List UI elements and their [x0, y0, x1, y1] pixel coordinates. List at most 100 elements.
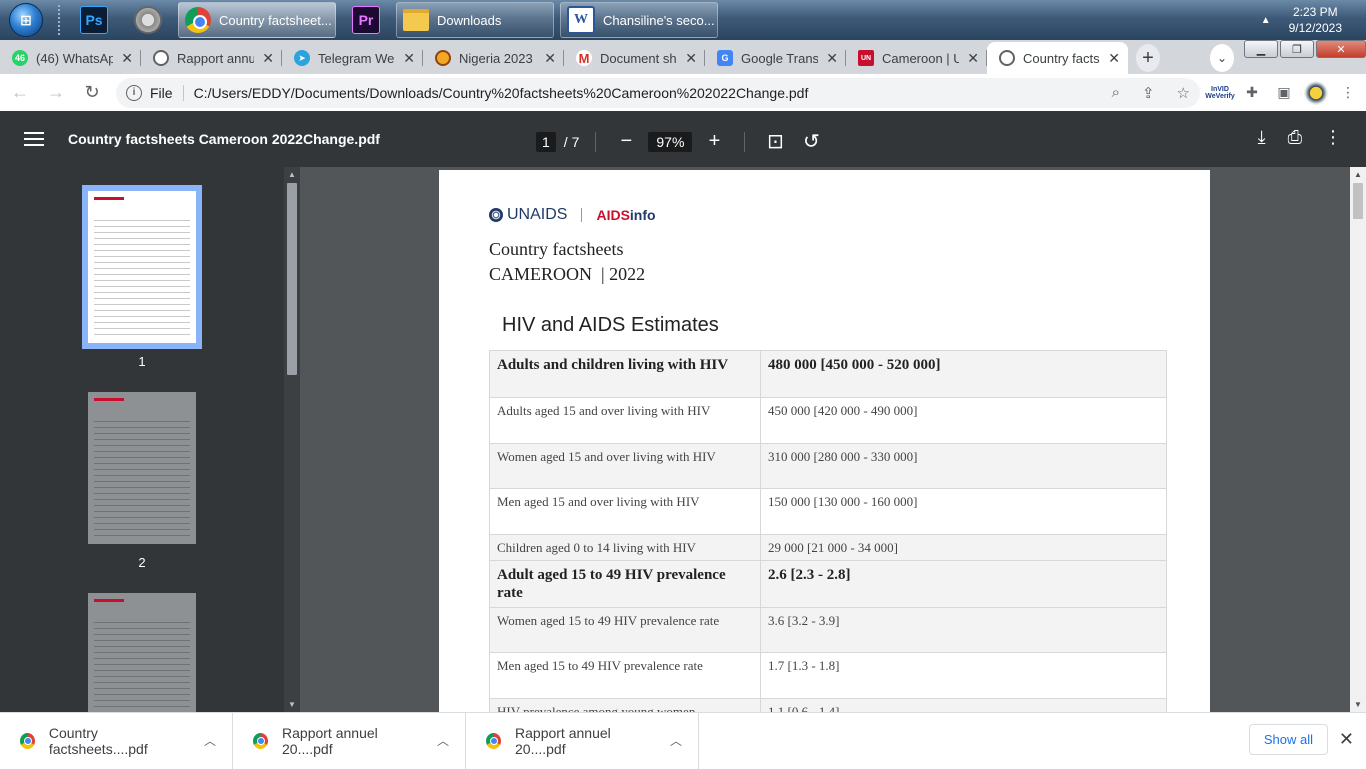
chevron-up-icon[interactable]: ︿ — [670, 732, 682, 749]
aidsinfo-logo-red: AIDS — [596, 207, 630, 223]
tab-whatsapp[interactable]: 46 (46) WhatsApp ✕ — [0, 42, 141, 74]
thumbnail-content — [94, 215, 190, 335]
forward-button[interactable]: → — [40, 77, 72, 109]
zoom-icon[interactable]: ⌕ — [1112, 84, 1120, 101]
settings-app-icon — [134, 6, 162, 34]
tab-search-button[interactable]: ⌄ — [1210, 44, 1234, 72]
header-logos: UNAIDS AIDSinfo — [489, 206, 656, 224]
taskbar-chrome[interactable]: Country factsheet... — [178, 2, 336, 38]
pdf-toolbar: Country factsheets Cameroon 2022Change.p… — [0, 111, 1366, 167]
indicator-label: Men aged 15 to 49 HIV prevalence rate — [489, 652, 761, 699]
system-tray: ▲ 2:23 PM 9/12/2023 — [1261, 4, 1366, 36]
taskbar-downloads-label: Downloads — [437, 12, 502, 28]
invid-extension-icon[interactable]: InVID WeVerify — [1205, 81, 1234, 105]
scroll-up-icon[interactable]: ▲ — [288, 170, 296, 179]
minimize-button[interactable]: ▁ — [1244, 40, 1278, 58]
share-icon[interactable]: ⇪ — [1142, 84, 1155, 102]
document-title: Country factsheets — [489, 239, 624, 259]
tab-cameroon-unaids[interactable]: UN Cameroon | UN ✕ — [846, 42, 987, 74]
tab-nigeria[interactable]: Nigeria 2023 e ✕ — [423, 42, 564, 74]
close-icon[interactable]: ✕ — [685, 50, 697, 67]
taskbar-word-label: Chansiline's seco... — [603, 12, 715, 28]
clock[interactable]: 2:23 PM 9/12/2023 — [1289, 4, 1342, 36]
rotate-icon[interactable]: ↺ — [797, 129, 825, 154]
close-icon[interactable]: ✕ — [826, 50, 838, 67]
close-icon[interactable]: ✕ — [403, 50, 415, 67]
close-icon[interactable]: ✕ — [967, 50, 979, 67]
download-item[interactable]: Rapport annuel 20....pdf ︿ — [466, 712, 699, 769]
download-item[interactable]: Country factsheets....pdf ︿ — [0, 712, 233, 769]
tab-google-translate[interactable]: G Google Transla ✕ — [705, 42, 846, 74]
page-thumbnail-1[interactable] — [82, 185, 202, 349]
fit-page-icon[interactable]: ⊡ — [761, 129, 789, 154]
close-icon[interactable]: ✕ — [121, 50, 133, 67]
bookmark-star-icon[interactable]: ☆ — [1177, 84, 1190, 102]
scroll-down-icon[interactable]: ▼ — [1354, 700, 1362, 709]
indicator-value: 29 000 [21 000 - 34 000] — [760, 534, 1167, 561]
tab-rapport[interactable]: Rapport annuel ✕ — [141, 42, 282, 74]
menu-icon[interactable] — [24, 128, 44, 150]
pdf-scrollbar[interactable]: ▲ ▼ — [1350, 167, 1366, 712]
indicator-value: 2.6 [2.3 - 2.8] — [760, 560, 1167, 608]
taskbar-word[interactable]: W Chansiline's seco... — [560, 2, 718, 38]
extensions-puzzle-icon[interactable]: ✚ — [1240, 81, 1264, 105]
scrollbar-thumb[interactable] — [287, 183, 297, 375]
tab-telegram[interactable]: ➤ Telegram Web ✕ — [282, 42, 423, 74]
close-downloads-icon[interactable]: ✕ — [1339, 729, 1354, 750]
window-controls: ▁ ❐ ✕ — [1244, 40, 1366, 58]
telegram-icon: ➤ — [294, 50, 310, 66]
url-text[interactable]: C:/Users/EDDY/Documents/Downloads/Countr… — [192, 85, 1090, 101]
download-item[interactable]: Rapport annuel 20....pdf ︿ — [233, 712, 466, 769]
tray-expand-icon[interactable]: ▲ — [1261, 15, 1271, 26]
taskbar-premiere[interactable]: Pr — [342, 2, 390, 38]
taskbar-chrome-label: Country factsheet... — [219, 12, 332, 28]
print-icon[interactable]: ⎙ — [1288, 127, 1302, 148]
back-button[interactable]: ← — [4, 77, 36, 109]
page-thumbnail-3[interactable] — [88, 593, 196, 712]
table-row: HIV prevalence among young women 1.1 [0.6… — [489, 698, 1167, 712]
page-number-input[interactable]: 1 — [536, 131, 556, 152]
table-row: Women aged 15 and over living with HIV 31… — [489, 443, 1167, 489]
close-icon[interactable]: ✕ — [1108, 50, 1120, 67]
taskbar-settings[interactable] — [124, 2, 172, 38]
indicator-value: 480 000 [450 000 - 520 000] — [760, 350, 1167, 398]
zoom-in-icon[interactable]: + — [700, 130, 728, 153]
start-button[interactable]: ⊞ — [6, 2, 46, 38]
tab-gmail[interactable]: M Document sha ✕ — [564, 42, 705, 74]
tab-country-factsheets[interactable]: Country factsh ✕ — [987, 42, 1128, 74]
taskbar-downloads[interactable]: Downloads — [396, 2, 554, 38]
indicator-label: Men aged 15 and over living with HIV — [489, 488, 761, 535]
profile-avatar[interactable] — [1304, 80, 1328, 105]
close-icon[interactable]: ✕ — [262, 50, 274, 67]
chevron-up-icon[interactable]: ︿ — [204, 732, 216, 749]
info-icon[interactable]: i — [126, 84, 142, 101]
zoom-out-icon[interactable]: − — [612, 130, 640, 153]
scrollbar-thumb[interactable] — [1353, 183, 1363, 219]
document-heading: Country factsheets CAMEROON | 2022 — [489, 237, 645, 287]
close-icon[interactable]: ✕ — [544, 50, 556, 67]
zoom-level-input[interactable]: 97% — [648, 131, 693, 152]
show-all-button[interactable]: Show all — [1248, 724, 1328, 755]
scroll-down-icon[interactable]: ▼ — [288, 700, 296, 709]
window-close-button[interactable]: ✕ — [1316, 40, 1366, 58]
pdf-more-icon[interactable]: ⋮ — [1324, 127, 1342, 148]
restore-button[interactable]: ❐ — [1280, 40, 1314, 58]
chevron-up-icon[interactable]: ︿ — [437, 732, 449, 749]
reload-button[interactable]: ↻ — [76, 77, 108, 109]
indicator-value: 1.7 [1.3 - 1.8] — [760, 652, 1167, 699]
menu-kebab-icon[interactable]: ⋮ — [1336, 81, 1360, 105]
new-tab-button[interactable]: + — [1136, 44, 1160, 72]
page-thumbnail-2[interactable] — [88, 392, 196, 544]
taskbar-photoshop[interactable]: Ps — [70, 2, 118, 38]
pdf-actions: ⤓ ⎙ ⋮ — [1258, 127, 1342, 148]
address-bar[interactable]: i File C:/Users/EDDY/Documents/Downloads… — [116, 77, 1200, 108]
scroll-up-icon[interactable]: ▲ — [1354, 170, 1362, 179]
thumbnail-logo — [94, 398, 124, 401]
sidebar-scrollbar[interactable]: ▲ ▼ — [284, 167, 300, 712]
premiere-icon: Pr — [352, 6, 380, 34]
download-icon[interactable]: ⤓ — [1258, 127, 1266, 148]
whatsapp-icon: 46 — [12, 50, 28, 66]
download-filename: Rapport annuel 20....pdf — [282, 724, 378, 757]
side-panel-icon[interactable]: ▣ — [1272, 81, 1296, 105]
indicator-label: Women aged 15 to 49 HIV prevalence rate — [489, 607, 761, 653]
